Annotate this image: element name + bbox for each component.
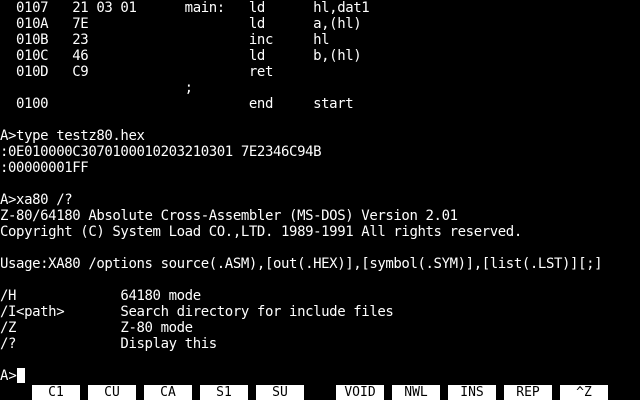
fkey-f7[interactable]: NWL [392,385,440,400]
terminal-line: Copyright (C) System Load CO.,LTD. 1989-… [0,224,522,240]
terminal-line: ; [0,80,193,96]
fkey-f9[interactable]: REP [504,385,552,400]
terminal-line: 010A 7E ld a,(hl) [0,16,362,32]
terminal-line: /H 64180 mode [0,288,201,304]
text-cursor [16,368,25,383]
terminal-line: :0E010000C3070100010203210301 7E2346C94B [0,144,322,160]
prompt-text: A> [0,368,17,384]
terminal-screen[interactable]: 0107 21 03 01 main: ld hl,dat1 010A 7E l… [0,0,640,384]
terminal-line: /I<path> Search directory for include fi… [0,304,394,320]
fkey-f2[interactable]: CU [88,385,136,400]
terminal-line: Usage:XA80 /options source(.ASM),[out(.H… [0,256,603,272]
terminal-line: 010D C9 ret [0,64,273,80]
function-key-bar: C1 CU CA S1 SU VOID NWL INS REP ^Z [0,384,640,400]
fkey-f10[interactable]: ^Z [560,385,608,400]
terminal-line: A>type testz80.hex [0,128,145,144]
terminal-line: Z-80/64180 Absolute Cross-Assembler (MS-… [0,208,458,224]
fkey-f5[interactable]: SU [256,385,304,400]
command-prompt[interactable]: A> [0,368,25,384]
terminal-line: /Z Z-80 mode [0,320,193,336]
fkey-f6[interactable]: VOID [336,385,384,400]
fkey-f3[interactable]: CA [144,385,192,400]
terminal-line: A>xa80 /? [0,192,73,208]
terminal-line: 0107 21 03 01 main: ld hl,dat1 [0,0,370,16]
terminal-line: 010C 46 ld b,(hl) [0,48,362,64]
fkey-f1[interactable]: C1 [32,385,80,400]
terminal-line: 0100 end start [0,96,354,112]
terminal-line: :00000001FF [0,160,89,176]
terminal-line: 010B 23 inc hl [0,32,330,48]
fkey-f8[interactable]: INS [448,385,496,400]
terminal-line: /? Display this [0,336,217,352]
fkey-f4[interactable]: S1 [200,385,248,400]
